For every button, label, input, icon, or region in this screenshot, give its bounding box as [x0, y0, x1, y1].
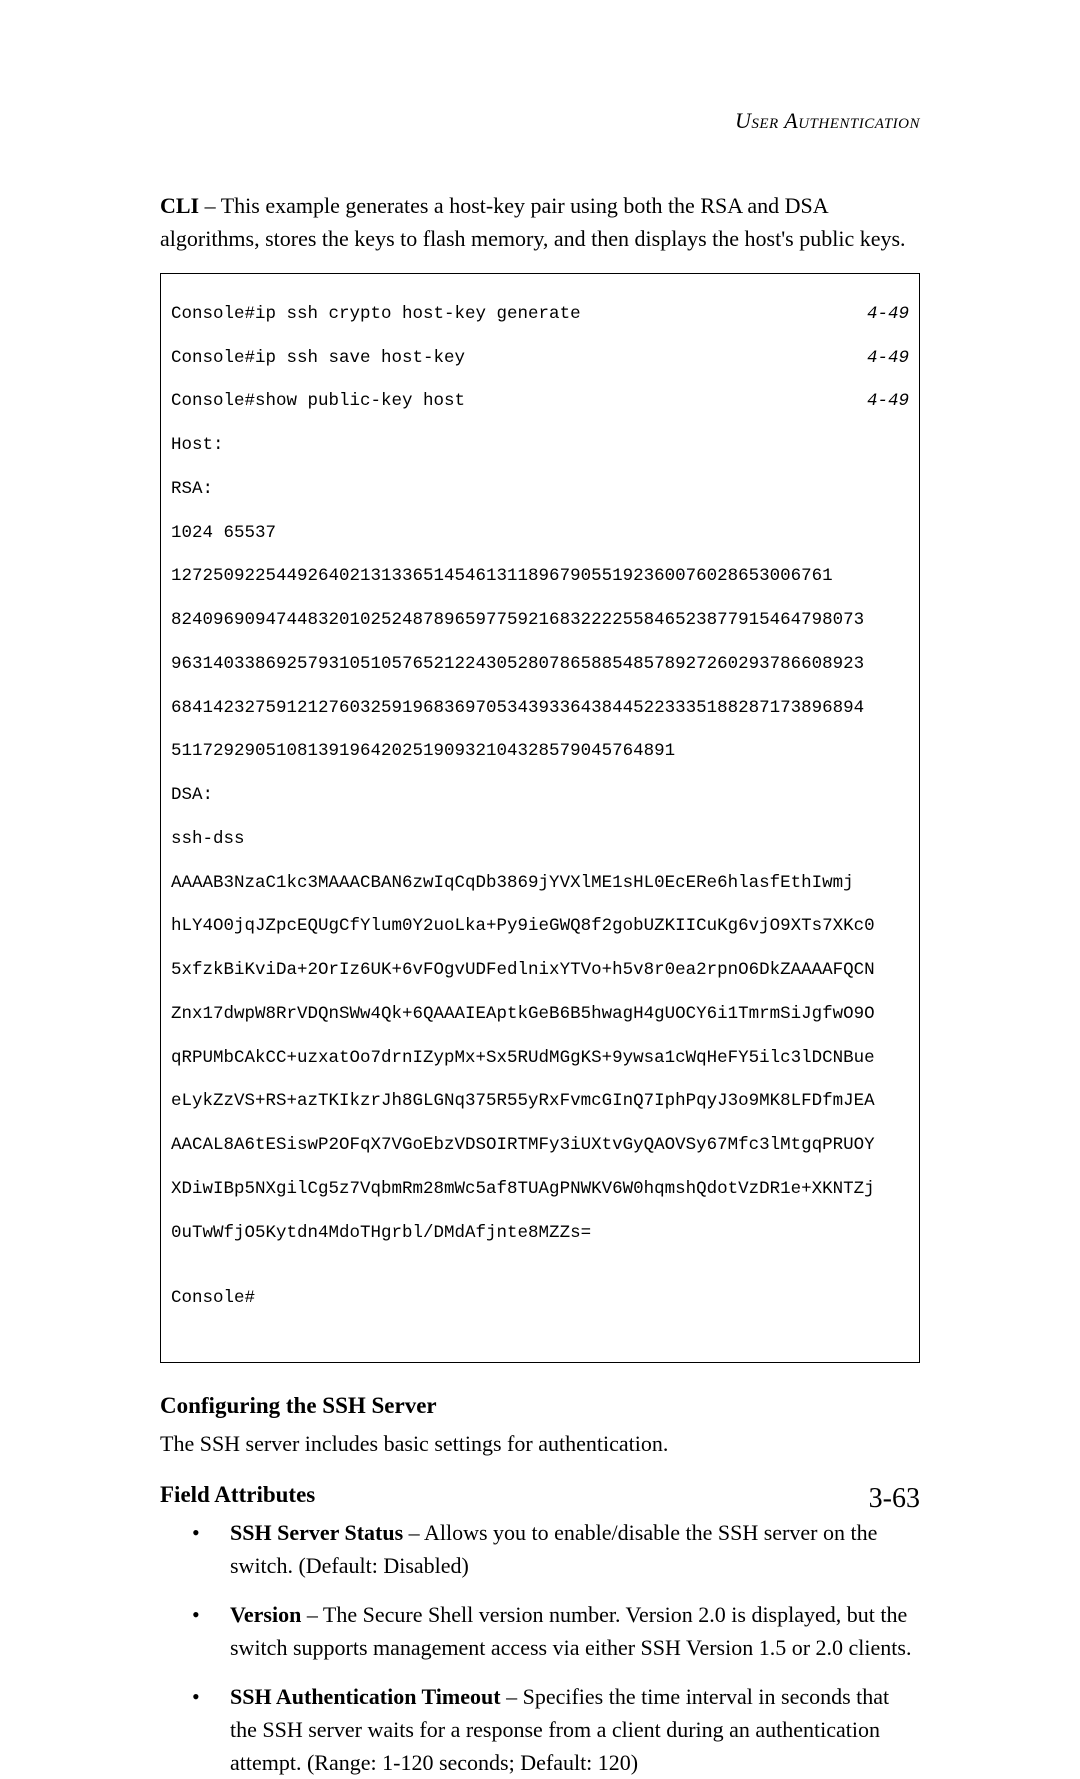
- intro-sep: –: [199, 193, 221, 218]
- terminal-line: Znx17dwpW8RrVDQnSWw4Qk+6QAAAIEAptkGeB6B5…: [171, 1004, 909, 1026]
- terminal-line: ssh-dss: [171, 829, 909, 851]
- field-sep: –: [501, 1684, 523, 1709]
- terminal-cmd: Console#ip ssh crypto host-key generate: [171, 304, 581, 326]
- page: User Authentication CLI – This example g…: [0, 0, 1080, 1570]
- list-item: SSH Authentication Timeout – Specifies t…: [160, 1680, 920, 1779]
- terminal-ref: 4-49: [867, 391, 909, 413]
- list-item: SSH Server Status – Allows you to enable…: [160, 1516, 920, 1582]
- terminal-line: 0uTwWfjO5Kytdn4MdoTHgrbl/DMdAfjnte8MZZs=: [171, 1223, 909, 1245]
- terminal-cmd: Console#show public-key host: [171, 391, 465, 413]
- list-item: Version – The Secure Shell version numbe…: [160, 1598, 920, 1664]
- terminal-line: Host:: [171, 435, 909, 457]
- section-text-ssh: The SSH server includes basic settings f…: [160, 1427, 920, 1460]
- terminal-line: 8240969094744832010252487896597759216832…: [171, 610, 909, 632]
- terminal-ref: 4-49: [867, 348, 909, 370]
- terminal-line: 1272509225449264021313365145461311896790…: [171, 566, 909, 588]
- terminal-line: hLY4O0jqJZpcEQUgCfYlum0Y2uoLka+Py9ieGWQ8…: [171, 916, 909, 938]
- terminal-line: DSA:: [171, 785, 909, 807]
- terminal-line: 1024 65537: [171, 523, 909, 545]
- section-heading-fields: Field Attributes: [160, 1482, 920, 1508]
- terminal-output: Console#ip ssh crypto host-key generate 4…: [160, 273, 920, 1363]
- page-number: 3-63: [869, 1483, 920, 1515]
- section-heading-ssh: Configuring the SSH Server: [160, 1393, 920, 1419]
- field-term: SSH Server Status: [230, 1520, 403, 1545]
- terminal-line: XDiwIBp5NXgilCg5z7VqbmRm28mWc5af8TUAgPNW…: [171, 1179, 909, 1201]
- cli-label: CLI: [160, 193, 199, 218]
- terminal-line: RSA:: [171, 479, 909, 501]
- terminal-line: eLykZzVS+RS+azTKIkzrJh8GLGNq375R55yRxFvm…: [171, 1091, 909, 1113]
- terminal-line: Console#: [171, 1288, 909, 1310]
- terminal-row: Console#show public-key host 4-49: [171, 391, 909, 413]
- terminal-ref: 4-49: [867, 304, 909, 326]
- field-sep: –: [403, 1520, 424, 1545]
- terminal-line: 9631403386925793105105765212243052807865…: [171, 654, 909, 676]
- intro-text: This example generates a host-key pair u…: [160, 193, 906, 251]
- intro-paragraph: CLI – This example generates a host-key …: [160, 189, 920, 255]
- terminal-line: 6841423275912127603259196836970534393364…: [171, 698, 909, 720]
- field-text: The Secure Shell version number. Version…: [230, 1602, 911, 1660]
- terminal-row: Console#ip ssh save host-key 4-49: [171, 348, 909, 370]
- field-term: Version: [230, 1602, 301, 1627]
- field-term: SSH Authentication Timeout: [230, 1684, 501, 1709]
- terminal-line: 5117292905108139196420251909321043285790…: [171, 741, 909, 763]
- field-attributes-list: SSH Server Status – Allows you to enable…: [160, 1516, 920, 1779]
- field-sep: –: [301, 1602, 323, 1627]
- terminal-line: AACAL8A6tESiswP2OFqX7VGoEbzVDSOIRTMFy3iU…: [171, 1135, 909, 1157]
- terminal-line: AAAAB3NzaC1kc3MAAACBAN6zwIqCqDb3869jYVXl…: [171, 873, 909, 895]
- terminal-line: 5xfzkBiKviDa+2OrIz6UK+6vFOgvUDFedlnixYTV…: [171, 960, 909, 982]
- running-head: User Authentication: [160, 108, 920, 134]
- terminal-row: Console#ip ssh crypto host-key generate 4…: [171, 304, 909, 326]
- terminal-cmd: Console#ip ssh save host-key: [171, 348, 465, 370]
- terminal-line: qRPUMbCAkCC+uzxatOo7drnIZypMx+Sx5RUdMGgK…: [171, 1048, 909, 1070]
